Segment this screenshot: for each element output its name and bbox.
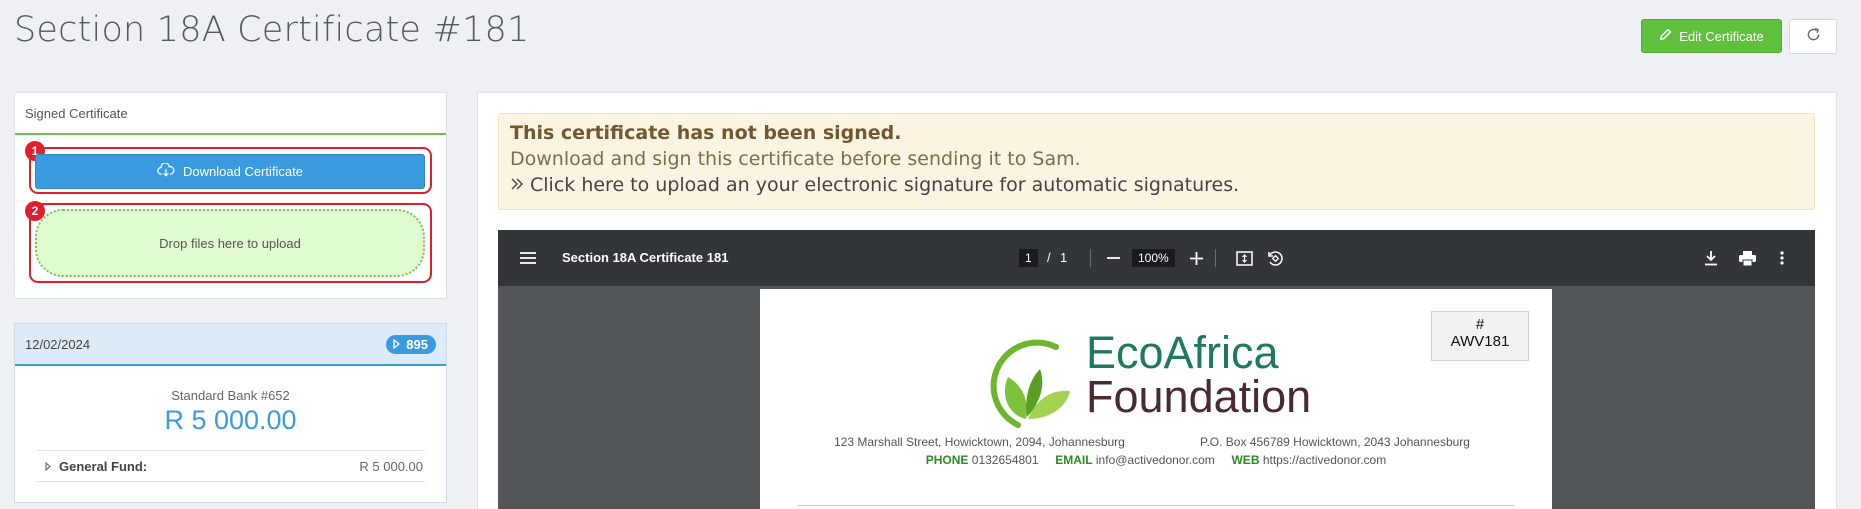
upload-signature-label: Click here to upload an your electronic … (530, 174, 1240, 196)
caret-right-icon (393, 337, 401, 352)
certificate-number-box: # AWV181 (1431, 311, 1529, 361)
refresh-button[interactable] (1789, 19, 1837, 54)
email-label: EMAIL (1055, 453, 1093, 467)
payment-badge-value: 895 (406, 336, 428, 352)
fit-page-icon[interactable] (1234, 248, 1254, 268)
edit-certificate-button[interactable]: Edit Certificate (1641, 19, 1782, 53)
alert-text: Download and sign this certificate befor… (510, 148, 1081, 170)
page-title: Section 18A Certificate #181 (14, 10, 530, 50)
unsigned-alert: This certificate has not been signed. Do… (498, 113, 1815, 210)
upload-dropzone[interactable]: Drop files here to upload (35, 209, 425, 277)
refresh-icon (1805, 26, 1822, 47)
page-number-input[interactable]: 1 (1019, 249, 1038, 267)
download-icon[interactable] (1701, 248, 1721, 268)
download-certificate-button[interactable]: Download Certificate (35, 154, 425, 189)
pdf-doc-title: Section 18A Certificate 181 (562, 250, 729, 265)
street-address: 123 Marshall Street, Howicktown, 2094, J… (834, 435, 1125, 449)
plus-icon[interactable] (1186, 248, 1206, 268)
menu-icon[interactable] (518, 248, 538, 268)
phone-label: PHONE (925, 453, 969, 467)
cloud-download-icon (157, 162, 175, 180)
minus-icon[interactable] (1103, 248, 1123, 268)
bank-name: Standard Bank #652 (171, 388, 290, 403)
header-divider (798, 505, 1514, 506)
payment-card: 12/02/2024 895 Standard Bank #652 R 5 00… (14, 323, 447, 503)
pencil-icon (1659, 28, 1672, 44)
web-value: https://activedonor.com (1262, 453, 1387, 467)
fund-value: R 5 000.00 (359, 458, 423, 474)
postal-address: P.O. Box 456789 Howicktown, 2043 Johanne… (1200, 435, 1470, 449)
upload-signature-link[interactable]: Click here to upload an your electronic … (510, 174, 1803, 196)
signed-certificate-title: Signed Certificate (15, 93, 446, 135)
double-chevron-right-icon (510, 174, 524, 196)
web-label: WEB (1231, 453, 1260, 467)
page-separator: / (1047, 250, 1051, 265)
email-value: info@activedonor.com (1095, 453, 1215, 467)
payment-date: 12/02/2024 (25, 336, 91, 352)
contact-line: PHONE 0132654801 EMAIL info@activedonor.… (760, 453, 1552, 467)
print-icon[interactable] (1736, 248, 1758, 268)
rotate-icon[interactable] (1265, 248, 1285, 268)
more-vertical-icon[interactable] (1772, 248, 1792, 268)
page-total: 1 (1060, 250, 1068, 265)
phone-value: 0132654801 (971, 453, 1039, 467)
pdf-viewer: Section 18A Certificate 181 1 / 1 100% #… (498, 230, 1815, 509)
payment-header: 12/02/2024 895 (15, 324, 446, 366)
fund-label: General Fund: (59, 458, 148, 474)
dropzone-text: Drop files here to upload (159, 235, 301, 251)
toolbar-divider (1090, 249, 1091, 267)
edit-certificate-label: Edit Certificate (1679, 28, 1764, 44)
payment-amount: R 5 000.00 (164, 405, 297, 435)
alert-title: This certificate has not been signed. (510, 122, 902, 144)
zoom-input[interactable]: 100% (1132, 249, 1175, 267)
certificate-number: AWV181 (1450, 333, 1510, 350)
fund-toggle[interactable]: General Fund: (45, 459, 147, 474)
caret-right-icon (45, 459, 51, 474)
certificate-hash: # (1475, 316, 1485, 333)
org-name-line2: Foundation (1086, 371, 1312, 422)
pdf-page: # AWV181 EcoAfrica Foundation 123 Marsha… (760, 289, 1552, 509)
payment-count-badge[interactable]: 895 (386, 334, 436, 354)
toolbar-divider (1215, 249, 1216, 267)
download-certificate-label: Download Certificate (183, 164, 303, 179)
pdf-toolbar: Section 18A Certificate 181 1 / 1 100% (498, 230, 1815, 286)
leaf-logo-icon (978, 337, 1078, 433)
fund-row: General Fund: R 5 000.00 (37, 450, 425, 482)
